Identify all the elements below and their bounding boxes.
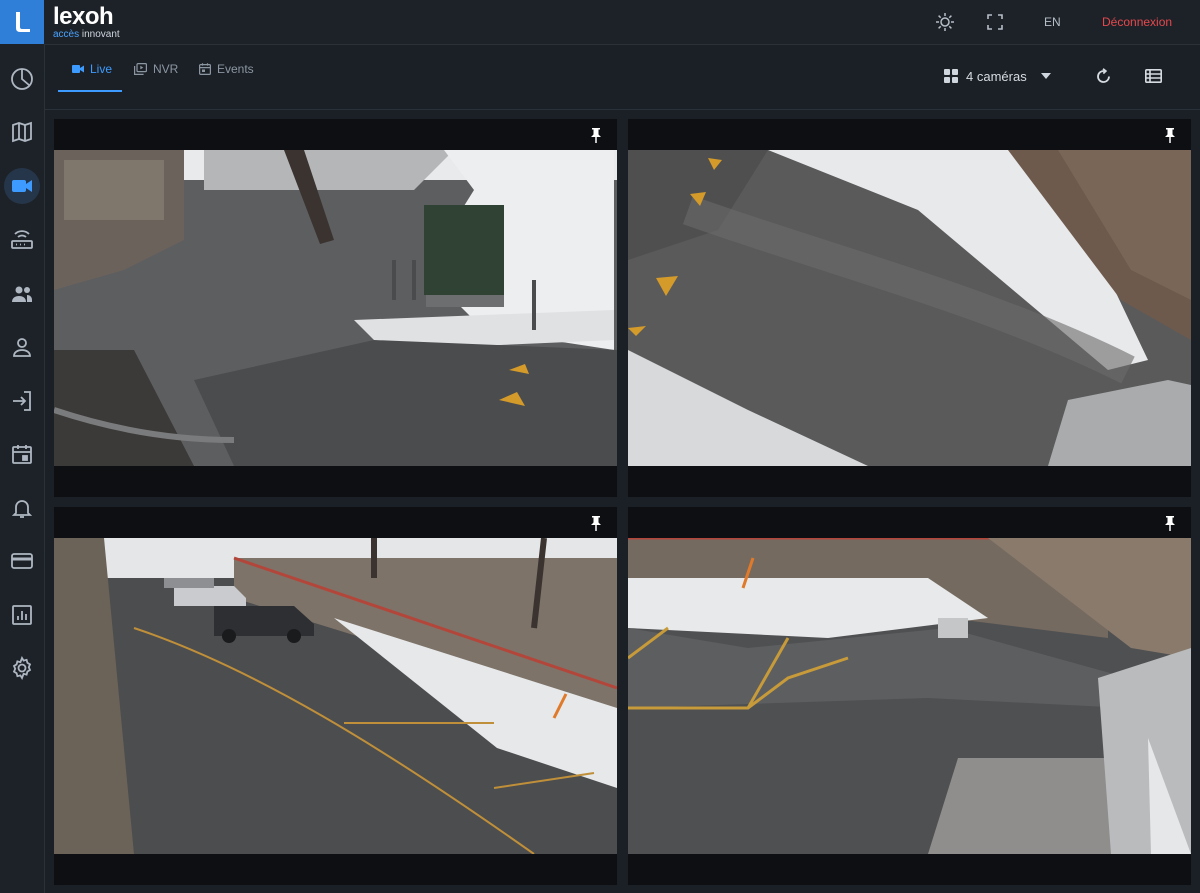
camera-icon — [12, 180, 32, 192]
logout-button[interactable]: Déconnexion — [1102, 15, 1172, 29]
brand-tagline-rest: innovant — [79, 29, 120, 40]
sidebar-item-users[interactable] — [4, 329, 40, 365]
pin-icon[interactable] — [1163, 127, 1177, 143]
settings-icon — [12, 656, 32, 680]
tab-label: Events — [217, 61, 254, 76]
camera-tile-3[interactable] — [54, 507, 617, 885]
sidebar-item-alerts[interactable] — [4, 490, 40, 526]
events-icon — [199, 62, 211, 75]
sidebar-item-cards[interactable] — [4, 543, 40, 579]
router-icon — [11, 230, 33, 249]
sidebar-item-devices[interactable] — [4, 222, 40, 258]
camera-feed-3 — [54, 538, 617, 854]
chevron-down-icon — [1040, 73, 1051, 79]
camera-layout-select[interactable]: 4 caméras — [930, 58, 1063, 94]
map-icon — [12, 121, 32, 143]
camera-tile-header — [628, 507, 1191, 538]
report-icon — [12, 605, 32, 625]
camera-tile-2[interactable] — [628, 119, 1191, 497]
brand-name: lexoh — [53, 3, 114, 30]
refresh-icon — [1096, 67, 1110, 83]
camera-tile-header — [54, 507, 617, 538]
pin-icon[interactable] — [1163, 515, 1177, 531]
tab-nvr[interactable]: NVR — [132, 45, 180, 92]
refresh-button[interactable] — [1085, 58, 1121, 94]
list-view-button[interactable] — [1135, 58, 1171, 94]
top-bar: lexoh accès innovant EN Déconnexion — [0, 0, 1200, 45]
logo-icon[interactable] — [0, 0, 44, 44]
tab-label: Live — [90, 61, 113, 76]
users-icon — [12, 286, 32, 302]
camera-feed-1 — [54, 150, 617, 466]
user-icon — [13, 338, 31, 357]
card-icon — [11, 553, 33, 569]
bell-icon — [11, 500, 33, 518]
recordings-icon — [134, 62, 147, 75]
grid-icon — [944, 69, 958, 83]
brand: lexoh accès innovant — [53, 4, 120, 40]
tab-live[interactable]: Live — [70, 45, 114, 92]
camera-tile-header — [628, 119, 1191, 150]
camera-tile-4[interactable] — [628, 507, 1191, 885]
sidebar-item-access[interactable] — [4, 383, 40, 419]
sidebar-item-groups[interactable] — [4, 276, 40, 312]
active-tab-indicator — [58, 90, 122, 92]
video-icon — [72, 64, 84, 73]
pin-icon[interactable] — [589, 127, 603, 143]
sidebar-item-schedule[interactable] — [4, 436, 40, 472]
sidebar-item-dashboard[interactable] — [4, 61, 40, 97]
view-toolbar: Live NVR Events 4 caméras — [45, 45, 1200, 110]
camera-feed-4 — [628, 538, 1191, 854]
camera-feed-2 — [628, 150, 1191, 466]
fullscreen-icon[interactable] — [984, 11, 1006, 33]
calendar-icon — [12, 445, 32, 464]
tab-label: NVR — [153, 61, 179, 76]
tab-events[interactable]: Events — [197, 45, 256, 92]
sidebar-item-cameras[interactable] — [4, 168, 40, 204]
pin-icon[interactable] — [589, 515, 603, 531]
brand-tagline-accent: accès — [53, 29, 80, 40]
camera-tile-1[interactable] — [54, 119, 617, 497]
camera-layout-value: 4 caméras — [966, 68, 1027, 84]
sidebar-item-reports[interactable] — [4, 597, 40, 633]
sidebar-item-map[interactable] — [4, 114, 40, 150]
sidebar-item-settings[interactable] — [4, 650, 40, 686]
language-switch[interactable]: EN — [1044, 15, 1061, 29]
camera-tile-header — [54, 119, 617, 150]
brightness-icon[interactable] — [934, 11, 956, 33]
brand-tagline: accès innovant — [53, 30, 120, 40]
sidebar — [0, 44, 45, 893]
list-view-icon — [1144, 69, 1162, 83]
dashboard-icon — [11, 68, 33, 90]
login-icon — [13, 391, 31, 411]
